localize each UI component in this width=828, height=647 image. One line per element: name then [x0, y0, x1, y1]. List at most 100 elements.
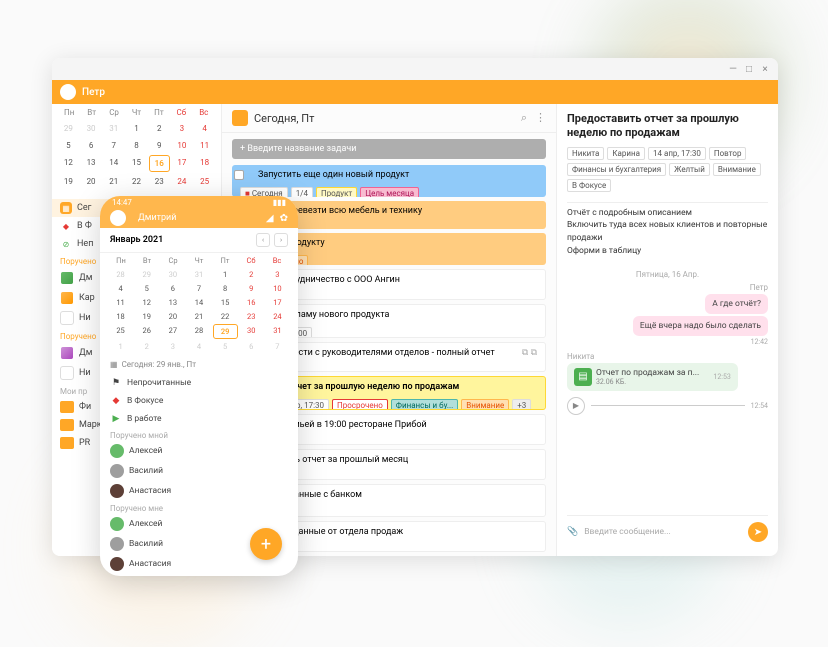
- tag: Просрочено: [332, 399, 388, 410]
- folder-icon: [60, 419, 74, 431]
- play-icon[interactable]: ▶: [567, 397, 585, 415]
- month-label: Январь 2021: [110, 235, 163, 245]
- calendar-day-headers: ПнВтСрЧтПтСбВс: [100, 253, 298, 268]
- phone-window: 14:47 ▮▮▮ Дмитрий ◢ ✿ Январь 2021 ‹ › Пн…: [100, 196, 298, 576]
- task-item[interactable]: Запустить еще один новый продукт Сегодня…: [232, 165, 546, 197]
- calendar-day-headers: ПнВтСрЧтПтСбВс: [52, 104, 221, 121]
- chat-message: Ещё вчера надо было сделать: [633, 316, 768, 336]
- sidebar-item-label: Сег: [77, 203, 91, 213]
- tag-label[interactable]: Внимание: [713, 163, 761, 176]
- chat-author: Никита: [567, 352, 768, 361]
- month-selector: Январь 2021 ‹ ›: [100, 228, 298, 253]
- person-item[interactable]: Алексей: [100, 441, 298, 461]
- calendar-grid[interactable]: 28293031123 45678910 11121314151617 1819…: [100, 268, 298, 357]
- prev-month-button[interactable]: ‹: [256, 233, 270, 247]
- tag-focus[interactable]: В Фокусе: [567, 179, 611, 192]
- person-avatar: [60, 346, 74, 360]
- chat-time: 12:42: [567, 338, 768, 346]
- add-task-input[interactable]: + Введите название задачи: [232, 139, 546, 159]
- today-label: ▦Сегодня: 29 янв., Пт: [100, 357, 298, 372]
- person-avatar: [110, 484, 124, 498]
- calendar-icon: [232, 110, 248, 126]
- tag: Внимание: [461, 399, 509, 410]
- chat-input[interactable]: Введите сообщение...: [584, 527, 742, 537]
- link-icon: ⊘: [60, 238, 72, 250]
- person-avatar: [110, 517, 124, 531]
- chat-author: Петр: [567, 283, 768, 292]
- tag: 1/4: [291, 187, 313, 197]
- tag-project[interactable]: Финансы и бухгалтерия: [567, 163, 666, 176]
- person-avatar: [110, 557, 124, 571]
- chat-date: Пятница, 16 Апр.: [567, 270, 768, 279]
- tag-assignee[interactable]: Карина: [607, 147, 645, 160]
- tag-assignee[interactable]: Никита: [567, 147, 604, 160]
- person-avatar: [110, 464, 124, 478]
- more-icon[interactable]: ⋮: [535, 111, 546, 125]
- person-avatar: [60, 366, 74, 380]
- detail-panel: Предоставить отчет за прошлую неделю по …: [556, 104, 778, 556]
- send-button[interactable]: ➤: [748, 522, 768, 542]
- copy-icon[interactable]: ⧉ ⧉: [522, 348, 537, 358]
- tag: Цель месяца: [360, 187, 419, 197]
- tag-color[interactable]: Желтый: [669, 163, 710, 176]
- phone-header: Дмитрий ◢ ✿: [100, 208, 298, 228]
- person-avatar: [60, 311, 74, 325]
- play-icon: ▶: [110, 413, 122, 425]
- task-description: Отчёт с подробным описанием Включить туд…: [567, 207, 768, 258]
- chat-audio-message[interactable]: ▶ 12:54: [567, 397, 768, 415]
- person-avatar: [60, 271, 74, 285]
- section-header: Поручено мной: [100, 428, 298, 441]
- task-title: Предоставить отчет за прошлую неделю по …: [567, 112, 768, 141]
- signal-icon: ▮▮▮: [273, 198, 286, 207]
- chat-input-row: 📎 Введите сообщение... ➤: [567, 515, 768, 548]
- calendar-icon: ▦: [110, 360, 118, 369]
- window-titlebar: — □ ×: [52, 58, 778, 80]
- checkbox-icon[interactable]: [234, 170, 244, 180]
- folder-icon: [60, 401, 74, 413]
- user-name: Петр: [82, 87, 105, 98]
- person-item[interactable]: Анастасия: [100, 481, 298, 501]
- audio-waveform: [591, 405, 745, 406]
- section-header: Поручено мне: [100, 501, 298, 514]
- tag-date[interactable]: 14 апр, 17:30: [648, 147, 706, 160]
- chart-icon[interactable]: ◢: [266, 213, 274, 224]
- task-list-header: Сегодня, Пт ⌕ ⋮: [222, 104, 556, 133]
- person-item[interactable]: Василий: [100, 461, 298, 481]
- filter-focus[interactable]: ◆В Фокусе: [100, 392, 298, 410]
- chat-message: А где отчёт?: [705, 294, 768, 314]
- tag: Финансы и бу...: [391, 399, 458, 410]
- calendar-grid[interactable]: 2930311234 567891011 12131415161718 1920…: [52, 121, 221, 195]
- tag: +3: [512, 399, 531, 410]
- user-name: Дмитрий: [138, 213, 260, 223]
- sidebar-item-label: Неп: [77, 239, 93, 249]
- avatar[interactable]: [60, 84, 76, 100]
- next-month-button[interactable]: ›: [274, 233, 288, 247]
- phone-statusbar: 14:47 ▮▮▮: [100, 196, 298, 208]
- detail-tags: Никита Карина 14 апр, 17:30 Повтор Финан…: [567, 147, 768, 192]
- filter-unread[interactable]: ⚑Непрочитанные: [100, 374, 298, 392]
- add-button[interactable]: +: [250, 528, 282, 560]
- attachment-icon[interactable]: 📎: [567, 527, 578, 537]
- app-header: Петр: [52, 80, 778, 104]
- gear-icon[interactable]: ✿: [280, 213, 288, 224]
- bookmark-icon: ◆: [110, 395, 122, 407]
- filter-progress[interactable]: ▶В работе: [100, 410, 298, 428]
- person-avatar: [110, 537, 124, 551]
- tag-repeat[interactable]: Повтор: [709, 147, 747, 160]
- maximize-icon[interactable]: □: [744, 64, 754, 74]
- avatar[interactable]: [110, 210, 126, 226]
- minimize-icon[interactable]: —: [728, 64, 738, 74]
- folder-icon: [60, 437, 74, 449]
- chat-file-message[interactable]: ▤ Отчет по продажам за п... 32.06 КБ. 12…: [567, 363, 738, 391]
- tag: Продукт: [316, 187, 357, 197]
- search-icon[interactable]: ⌕: [521, 111, 527, 125]
- sidebar-item-label: В Ф: [77, 221, 92, 231]
- flag-icon: ⚑: [110, 377, 122, 389]
- file-icon: ▤: [574, 368, 592, 386]
- calendar-icon: ▦: [60, 202, 72, 214]
- close-icon[interactable]: ×: [760, 64, 770, 74]
- list-title: Сегодня, Пт: [254, 112, 515, 125]
- bookmark-icon: ◆: [60, 220, 72, 232]
- person-avatar: [110, 444, 124, 458]
- person-avatar: [60, 291, 74, 305]
